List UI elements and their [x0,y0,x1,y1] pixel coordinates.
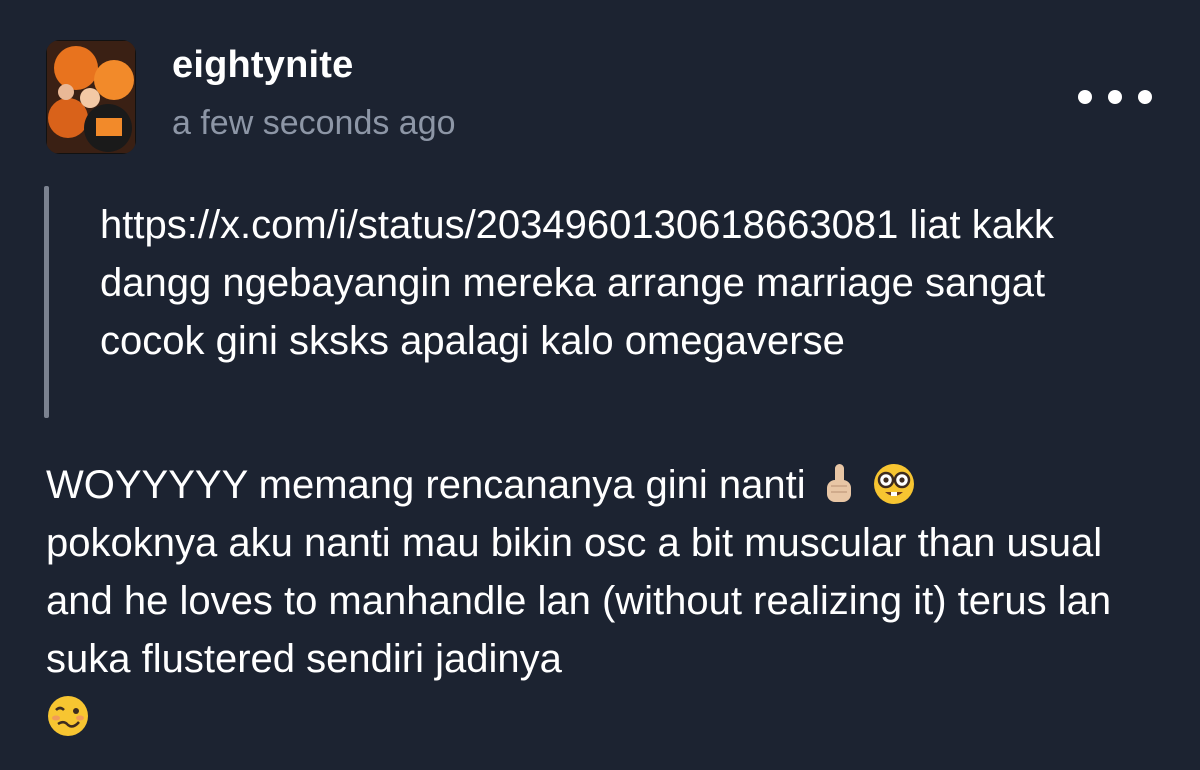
avatar[interactable] [46,40,136,154]
username[interactable]: eightynite [172,44,353,87]
timestamp: a few seconds ago [172,104,456,142]
reply-text: WOYYYYY memang rencananya gini nanti pok… [46,456,1146,746]
quoted-block: https://x.com/i/status/20349601306186630… [44,186,1124,418]
more-horizontal-icon [1078,90,1092,104]
nerd-face-emoji [872,462,916,506]
more-options-button[interactable] [1078,80,1152,114]
quoted-text: https://x.com/i/status/20349601306186630… [100,203,1054,363]
reply-body: pokoknya aku nanti mau bikin osc a bit m… [46,521,1112,681]
more-horizontal-icon-dot [1108,90,1122,104]
reply-line1: WOYYYYY memang rencananya gini nanti [46,463,806,507]
avatar-image [46,40,136,154]
woozy-face-emoji [46,694,90,738]
quote-bar [44,186,49,418]
more-horizontal-icon-dot [1138,90,1152,104]
index-pointing-up-emoji [817,462,861,506]
